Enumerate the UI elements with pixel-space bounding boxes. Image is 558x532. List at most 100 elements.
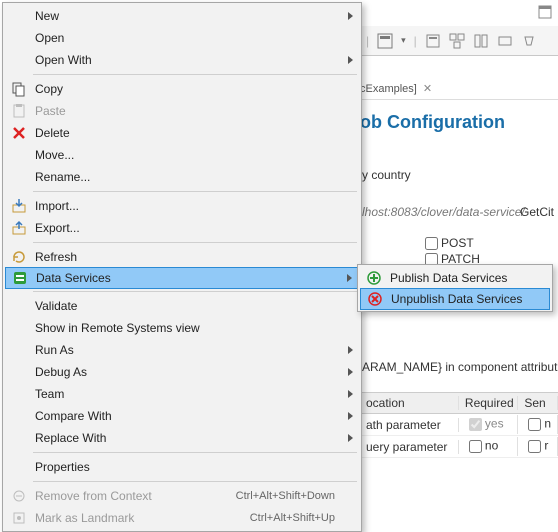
- menu-item-export[interactable]: Export...: [5, 217, 359, 239]
- menu-item-open[interactable]: Open: [5, 27, 359, 49]
- url-host: lhost:8083/clover/data-service/: [362, 205, 525, 219]
- menu-item-label: Compare With: [29, 409, 355, 423]
- landmark-icon: [9, 510, 29, 526]
- table-row[interactable]: uery parameternor: [360, 436, 558, 458]
- toolbar-icon[interactable]: [473, 33, 489, 49]
- menu-item-label: Properties: [29, 460, 355, 474]
- menu-item-properties[interactable]: Properties: [5, 456, 359, 478]
- submenu-arrow-icon: [347, 274, 352, 282]
- window-buttons-icon: [538, 5, 552, 19]
- separator: |: [366, 34, 369, 48]
- submenu-arrow-icon: [348, 390, 353, 398]
- menu-separator: [33, 481, 357, 482]
- toolbar-icon[interactable]: [377, 33, 393, 49]
- menu-item-label: Team: [29, 387, 355, 401]
- menu-item-label: Data Services: [30, 271, 354, 285]
- menu-item-label: Mark as Landmark: [29, 511, 250, 525]
- menu-item-refresh[interactable]: Refresh: [5, 246, 359, 268]
- context-menu: New Open Open With Copy Paste Delete Move... Re…: [2, 2, 362, 532]
- submenu-arrow-icon: [348, 12, 353, 20]
- menu-item-replace-with[interactable]: Replace With: [5, 427, 359, 449]
- menu-item-open-with[interactable]: Open With: [5, 49, 359, 71]
- menu-item-label: Remove from Context: [29, 489, 236, 503]
- menu-item-label: Copy: [29, 82, 355, 96]
- menu-item-label: New: [29, 9, 355, 23]
- checkbox-label: POST: [441, 236, 474, 250]
- menu-item-validate[interactable]: Validate: [5, 295, 359, 317]
- menu-separator: [33, 74, 357, 75]
- menu-item-new[interactable]: New: [5, 5, 359, 27]
- toolbar-icon[interactable]: [449, 33, 465, 49]
- submenu-item-publish-data-services[interactable]: Publish Data Services: [360, 267, 550, 289]
- sensitive-checkbox[interactable]: [528, 418, 541, 431]
- menu-item-label: Validate: [29, 299, 355, 313]
- menu-item-team[interactable]: Team: [5, 383, 359, 405]
- parameters-grid: ocation Required Sen ath parameteryesnue…: [360, 392, 558, 458]
- menu-item-label: Paste: [29, 104, 355, 118]
- menu-item-label: Show in Remote Systems view: [29, 321, 355, 335]
- separator: |: [414, 34, 417, 48]
- menu-item-compare-with[interactable]: Compare With: [5, 405, 359, 427]
- col-required: Required: [459, 396, 518, 410]
- submenu-arrow-icon: [348, 56, 353, 64]
- menu-item-label: Run As: [29, 343, 355, 357]
- menu-item-delete[interactable]: Delete: [5, 122, 359, 144]
- checkbox-post[interactable]: POST: [425, 236, 480, 250]
- menu-item-label: Rename...: [29, 170, 355, 184]
- menu-item-move[interactable]: Move...: [5, 144, 359, 166]
- menu-item-remove-from-context: Remove from ContextCtrl+Alt+Shift+Down: [5, 485, 359, 507]
- paste-icon: [9, 103, 29, 119]
- menu-item-paste: Paste: [5, 100, 359, 122]
- cell-required[interactable]: no: [459, 437, 518, 456]
- menu-item-accelerator: Ctrl+Alt+Shift+Down: [236, 490, 355, 502]
- menu-item-label: Move...: [29, 148, 355, 162]
- menu-separator: [33, 291, 357, 292]
- required-checkbox: [469, 418, 482, 431]
- required-checkbox[interactable]: [469, 440, 482, 453]
- toolbar: | ▾ |: [360, 26, 558, 56]
- checkbox-input[interactable]: [425, 237, 438, 250]
- dropdown-arrow-icon[interactable]: ▾: [401, 35, 406, 46]
- menu-item-label: Open With: [29, 53, 355, 67]
- cell-sensitive[interactable]: n: [518, 415, 558, 434]
- refresh-icon: [9, 249, 29, 265]
- menu-item-run-as[interactable]: Run As: [5, 339, 359, 361]
- menu-item-debug-as[interactable]: Debug As: [5, 361, 359, 383]
- menu-item-label: Import...: [29, 199, 355, 213]
- toolbar-icon[interactable]: [425, 33, 441, 49]
- menu-item-label: Refresh: [29, 250, 355, 264]
- toolbar-icon[interactable]: [497, 33, 513, 49]
- page-title: ob Configuration: [360, 112, 505, 133]
- menu-item-label: Debug As: [29, 365, 355, 379]
- submenu-item-label: Publish Data Services: [384, 271, 546, 285]
- editor-tab[interactable]: cExamples] ✕: [360, 78, 558, 100]
- sensitive-checkbox[interactable]: [528, 440, 541, 453]
- menu-item-label: Delete: [29, 126, 355, 140]
- copy-icon: [9, 81, 29, 97]
- menu-item-copy[interactable]: Copy: [5, 78, 359, 100]
- col-sensitive: Sen: [518, 396, 558, 410]
- close-icon[interactable]: ✕: [423, 82, 432, 95]
- menu-item-show-in-remote-systems-view[interactable]: Show in Remote Systems view: [5, 317, 359, 339]
- toolbar-icon[interactable]: [521, 33, 537, 49]
- delete-icon: [9, 125, 29, 141]
- menu-item-rename[interactable]: Rename...: [5, 166, 359, 188]
- table-row[interactable]: ath parameteryesn: [360, 414, 558, 436]
- submenu-arrow-icon: [348, 434, 353, 442]
- cell-sensitive[interactable]: r: [518, 437, 558, 456]
- attribute-note: ARAM_NAME} in component attribut: [362, 360, 557, 374]
- cell-required: yes: [459, 415, 518, 434]
- unpublish-icon: [365, 291, 385, 307]
- remove-context-icon: [9, 488, 29, 504]
- col-location: ocation: [360, 396, 459, 410]
- menu-item-import[interactable]: Import...: [5, 195, 359, 217]
- submenu-item-unpublish-data-services[interactable]: Unpublish Data Services: [360, 288, 550, 310]
- submenu-arrow-icon: [348, 412, 353, 420]
- submenu-item-label: Unpublish Data Services: [385, 292, 545, 306]
- cell-location: ath parameter: [360, 418, 459, 432]
- menu-item-data-services[interactable]: Data Services: [5, 267, 359, 289]
- menu-item-mark-as-landmark: Mark as LandmarkCtrl+Alt+Shift+Up: [5, 507, 359, 529]
- tab-label: cExamples]: [360, 83, 417, 95]
- menu-item-accelerator: Ctrl+Alt+Shift+Up: [250, 512, 355, 524]
- menu-separator: [33, 452, 357, 453]
